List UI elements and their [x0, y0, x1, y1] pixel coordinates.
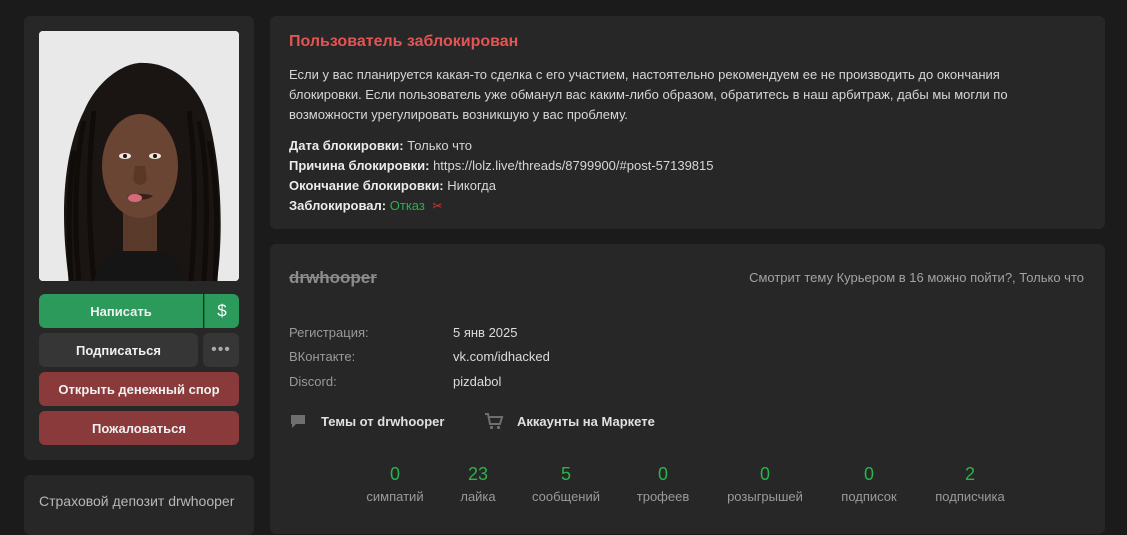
- field-value-vk[interactable]: vk.com/idhacked: [453, 349, 550, 364]
- user-avatar: [39, 31, 239, 281]
- stat-giveaways[interactable]: 0 розыгрышей: [727, 464, 803, 504]
- write-message-button[interactable]: Написать: [39, 294, 203, 328]
- stat-label: сообщений: [531, 489, 601, 504]
- ban-reason-link[interactable]: https://lolz.live/threads/8799900/#post-…: [433, 158, 713, 173]
- send-money-button[interactable]: $: [204, 294, 239, 328]
- subscribe-button[interactable]: Подписаться: [39, 333, 198, 367]
- stat-value: 5: [560, 464, 572, 484]
- stat-label: подписок: [841, 489, 897, 504]
- stat-label: симпатий: [366, 489, 424, 504]
- stat-messages[interactable]: 5 сообщений: [532, 464, 600, 504]
- market-accounts-label: Аккаунты на Маркете: [517, 413, 655, 429]
- ban-end-row: Окончание блокировки: Никогда: [289, 178, 496, 193]
- stat-subscriptions[interactable]: 0 подписок: [841, 464, 896, 504]
- open-dispute-button[interactable]: Открыть денежный спор: [39, 372, 239, 406]
- stat-value: 0: [863, 464, 874, 484]
- ban-end-value: Никогда: [447, 178, 496, 193]
- ban-date-value: Только что: [407, 138, 472, 153]
- user-activity-status[interactable]: Смотрит тему Курьером в 16 можно пойти?,…: [749, 270, 1084, 285]
- dollar-icon: $: [217, 301, 227, 320]
- field-label-discord: Discord:: [289, 374, 337, 389]
- ban-description: Если у вас планируется какая-то сделка с…: [289, 67, 1008, 122]
- stat-value: 0: [657, 464, 669, 484]
- cart-icon: [485, 413, 504, 430]
- ban-reason-label: Причина блокировки:: [289, 158, 430, 173]
- stat-label: трофеев: [636, 489, 690, 504]
- ban-date-label: Дата блокировки:: [289, 138, 404, 153]
- field-label-vk: ВКонтакте:: [289, 349, 356, 364]
- stat-sympathies[interactable]: 0 симпатий: [366, 464, 423, 504]
- ban-by-user-link[interactable]: Отказ: [390, 198, 425, 213]
- stat-likes[interactable]: 23 лайка: [460, 464, 495, 504]
- field-label-registration: Регистрация:: [289, 325, 369, 340]
- ban-reason-row: Причина блокировки: https://lolz.live/th…: [289, 158, 714, 173]
- ban-end-label: Окончание блокировки:: [289, 178, 444, 193]
- user-threads-label: Темы от drwhooper: [321, 413, 445, 429]
- user-threads-link[interactable]: Темы от drwhooper: [289, 412, 444, 430]
- avatar-portrait-image: [39, 31, 239, 281]
- stat-followers[interactable]: 2 подписчика: [935, 464, 1004, 504]
- field-value-discord: pizdabol: [453, 374, 502, 389]
- stat-label: подписчика: [935, 489, 1005, 504]
- more-options-button[interactable]: •••: [203, 333, 239, 367]
- ban-date-row: Дата блокировки: Только что: [289, 138, 472, 153]
- scissors-icon: ✂: [432, 199, 443, 213]
- report-button[interactable]: Пожаловаться: [39, 411, 239, 445]
- deposit-title: Страховой депозит drwhooper: [39, 493, 235, 509]
- chat-bubble-icon: [291, 415, 305, 428]
- ban-by-label: Заблокировал:: [289, 198, 387, 213]
- stat-label: лайка: [460, 489, 496, 504]
- ban-title: Пользователь заблокирован: [289, 33, 519, 50]
- username-heading: drwhooper: [289, 268, 377, 287]
- stat-value: 0: [759, 464, 771, 484]
- stat-label: розыгрышей: [727, 489, 803, 504]
- ellipsis-icon: •••: [211, 341, 231, 358]
- stat-value: 2: [964, 464, 975, 484]
- field-value-registration: 5 янв 2025: [453, 325, 518, 340]
- stat-value: 0: [389, 464, 401, 484]
- stat-trophies[interactable]: 0 трофеев: [637, 464, 689, 504]
- market-accounts-link[interactable]: Аккаунты на Маркете: [484, 412, 655, 430]
- ban-by-row: Заблокировал: Отказ ✂: [289, 198, 443, 213]
- stat-value: 23: [467, 464, 489, 484]
